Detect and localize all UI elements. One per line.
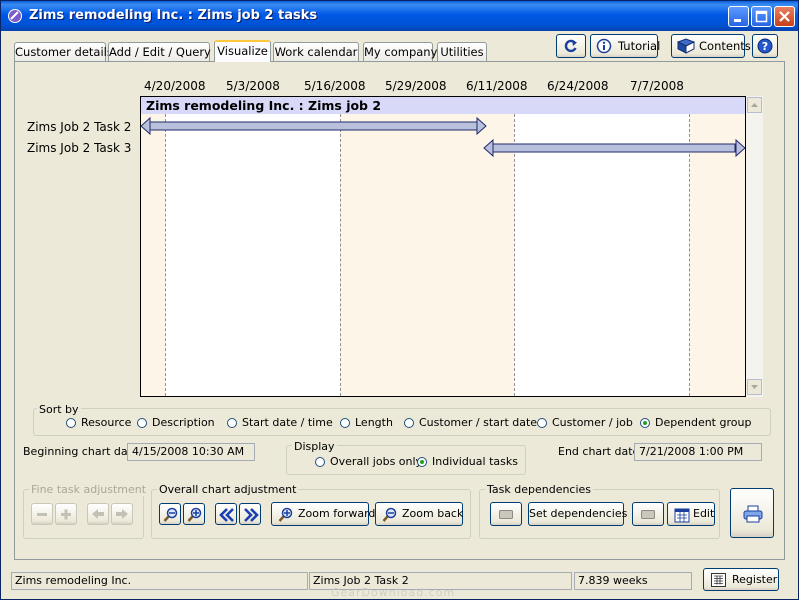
- date-header: 5/29/2008: [385, 79, 447, 93]
- task-row-label: Zims Job 2 Task 2: [27, 120, 132, 134]
- scroll-down-button[interactable]: [747, 379, 762, 395]
- plus-icon: [61, 509, 71, 520]
- dependency-left-button[interactable]: [490, 502, 522, 526]
- fine-move-left-button[interactable]: [87, 503, 109, 525]
- end-chart-date-label: End chart date: [558, 445, 640, 458]
- date-header: 5/3/2008: [226, 79, 280, 93]
- set-dependencies-button[interactable]: Set dependencies: [528, 502, 627, 526]
- refresh-button[interactable]: [556, 34, 586, 58]
- dependency-right-button[interactable]: [632, 502, 664, 526]
- display-label: Display: [292, 440, 337, 453]
- fine-increase-button[interactable]: [55, 503, 77, 525]
- zoom-in-button[interactable]: [183, 503, 205, 525]
- arrow-left-icon: [92, 509, 104, 519]
- tutorial-label: Tutorial: [618, 39, 661, 53]
- task-bar-task-2[interactable]: [141, 116, 487, 136]
- status-company: Zims remodeling Inc.: [11, 572, 308, 590]
- end-chart-date-field[interactable]: 7/21/2008 1:00 PM: [634, 443, 762, 461]
- printer-icon: [743, 505, 763, 523]
- rewind-icon: [219, 508, 234, 522]
- svg-text:?: ?: [762, 40, 768, 53]
- display-overall-jobs-radio[interactable]: Overall jobs only: [315, 455, 422, 468]
- sort-by-label: Sort by: [37, 403, 81, 416]
- register-button[interactable]: Register: [703, 568, 779, 591]
- zoom-forward-button[interactable]: Zoom forward: [271, 502, 375, 526]
- window-title: Zims remodeling Inc. : Zims job 2 tasks: [29, 8, 318, 23]
- arrow-right-icon: [116, 509, 128, 519]
- tutorial-icon: [596, 38, 612, 54]
- status-duration: 7.839 weeks: [574, 572, 692, 590]
- minimize-button[interactable]: [728, 6, 749, 27]
- main-window: Zims remodeling Inc. : Zims job 2 tasks …: [0, 0, 799, 600]
- maximize-button[interactable]: [751, 6, 772, 27]
- sort-resource-radio[interactable]: Resource: [66, 416, 131, 429]
- app-icon: [8, 9, 22, 23]
- contents-button[interactable]: Contents: [671, 34, 751, 58]
- zoom-back-button[interactable]: Zoom back: [375, 502, 463, 526]
- close-button[interactable]: [774, 6, 795, 27]
- date-header: 6/11/2008: [466, 79, 528, 93]
- help-button[interactable]: ?: [752, 34, 778, 58]
- register-icon: [711, 573, 726, 587]
- beginning-chart-date-label: Beginning chart date: [23, 445, 139, 458]
- tab-add-edit-query[interactable]: Add / Edit / Query: [108, 42, 211, 61]
- zoom-in-icon: [278, 507, 293, 522]
- task-row-label: Zims Job 2 Task 3: [27, 141, 132, 155]
- date-header: 5/16/2008: [304, 79, 366, 93]
- date-header: 4/20/2008: [144, 79, 206, 93]
- print-button[interactable]: [730, 488, 774, 538]
- tab-visualize[interactable]: Visualize: [214, 40, 271, 62]
- chevron-down-icon: [751, 385, 758, 389]
- sort-dependent-group-radio[interactable]: Dependent group: [640, 416, 751, 429]
- fine-move-right-button[interactable]: [111, 503, 133, 525]
- display-individual-tasks-radio[interactable]: Individual tasks: [417, 455, 518, 468]
- task-bar-task-3[interactable]: [483, 138, 745, 158]
- edit-dependencies-button[interactable]: Edit: [667, 502, 715, 526]
- task-bars: [141, 116, 745, 158]
- title-bar[interactable]: Zims remodeling Inc. : Zims job 2 tasks: [1, 1, 798, 31]
- task-dependencies-label: Task dependencies: [485, 483, 594, 496]
- blank-icon: [641, 510, 655, 519]
- minimize-icon: [734, 19, 741, 22]
- overall-chart-adjustment-label: Overall chart adjustment: [157, 483, 299, 496]
- contents-label: Contents: [699, 39, 751, 53]
- scroll-up-button[interactable]: [747, 97, 762, 113]
- tab-work-calendar[interactable]: Work calendar: [273, 42, 359, 61]
- sort-start-date-radio[interactable]: Start date / time: [227, 416, 333, 429]
- sort-customer-job-radio[interactable]: Customer / job: [537, 416, 633, 429]
- date-header: 6/24/2008: [547, 79, 609, 93]
- chart-scrollbar[interactable]: [746, 96, 763, 397]
- scroll-back-button[interactable]: [215, 503, 237, 525]
- zoom-out-button[interactable]: [159, 503, 181, 525]
- sort-length-radio[interactable]: Length: [340, 416, 393, 429]
- book-icon: [677, 38, 695, 54]
- fast-forward-icon: [244, 508, 259, 522]
- fine-task-adjustment-label: Fine task adjustment: [29, 483, 149, 496]
- tutorial-button[interactable]: Tutorial: [590, 34, 661, 58]
- minus-icon: [37, 513, 47, 516]
- fine-decrease-button[interactable]: [31, 503, 53, 525]
- refresh-icon: [564, 39, 577, 53]
- maximize-icon: [755, 10, 768, 23]
- zoom-in-icon: [187, 507, 202, 522]
- zoom-out-icon: [382, 507, 397, 522]
- tab-customer-details[interactable]: Customer details: [14, 42, 113, 61]
- close-icon: [779, 11, 790, 22]
- gantt-chart[interactable]: Zims remodeling Inc. : Zims job 2: [140, 96, 746, 397]
- zoom-out-icon: [163, 507, 178, 522]
- help-icon: ?: [757, 38, 773, 54]
- sort-customer-start-date-radio[interactable]: Customer / start date: [404, 416, 537, 429]
- tab-my-company[interactable]: My company: [363, 42, 437, 61]
- sort-description-radio[interactable]: Description: [137, 416, 215, 429]
- calendar-icon: [674, 508, 690, 523]
- watermark: GearDownload.com: [331, 586, 456, 599]
- tab-utilities[interactable]: Utilities: [437, 42, 487, 61]
- beginning-chart-date-field[interactable]: 4/15/2008 10:30 AM: [127, 443, 255, 461]
- blank-icon: [499, 510, 513, 519]
- date-header: 7/7/2008: [630, 79, 684, 93]
- chevron-up-icon: [751, 103, 758, 107]
- scroll-forward-button[interactable]: [239, 503, 261, 525]
